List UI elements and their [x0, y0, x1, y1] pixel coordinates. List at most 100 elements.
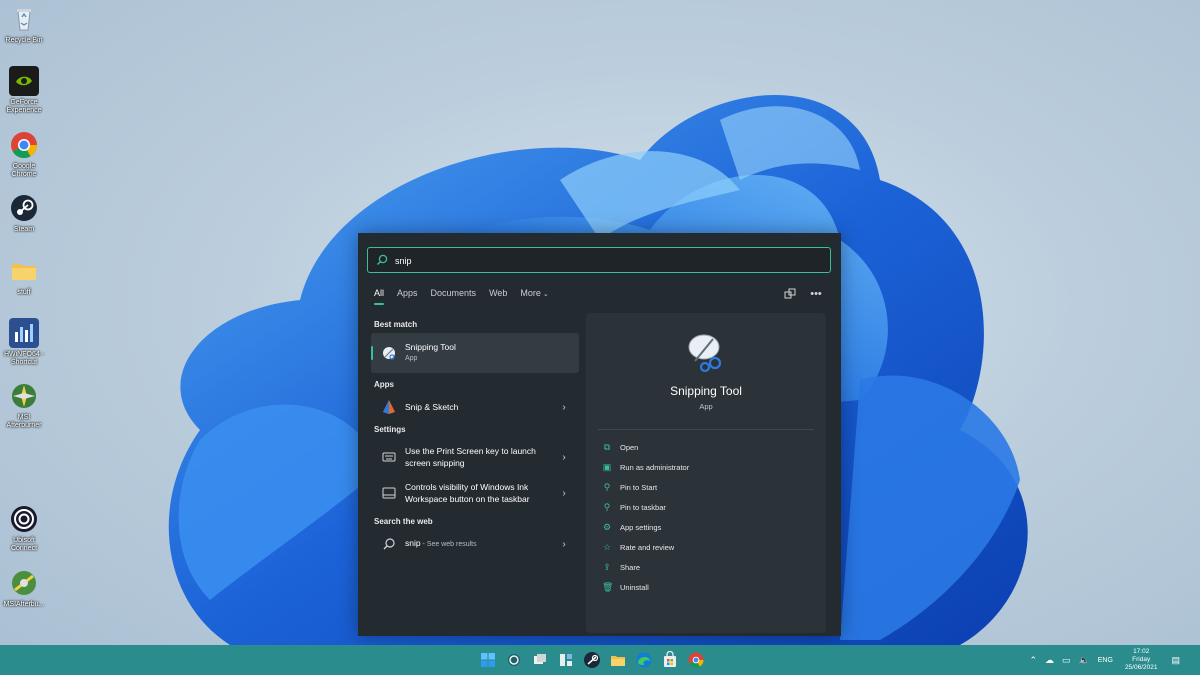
trash-icon: 🗑 — [602, 582, 614, 592]
clock-time: 17:02 — [1133, 648, 1150, 655]
gear-icon: ⚙ — [602, 522, 612, 532]
tab-web[interactable]: Web — [489, 288, 507, 298]
settings-result-windows-ink[interactable]: Controls visibility of Windows Ink Works… — [371, 476, 579, 510]
desktop-icon-geforce-experience[interactable]: GeForce Experience — [2, 66, 46, 115]
widgets-icon[interactable] — [557, 651, 575, 669]
taskbar-settings-icon — [382, 487, 396, 499]
action-label: Uninstall — [620, 582, 649, 592]
search-icon — [377, 254, 388, 265]
search-icon[interactable] — [505, 651, 523, 669]
detail-divider — [598, 429, 814, 430]
desktop-icon-ubisoft-connect[interactable]: Ubisoft Connect — [2, 504, 46, 553]
task-view-icon[interactable] — [531, 651, 549, 669]
tab-all[interactable]: All — [374, 288, 385, 305]
web-result-snip[interactable]: snip - See web results › — [371, 533, 579, 555]
tab-more[interactable]: More ⌄ — [520, 288, 548, 298]
chrome-icon — [9, 130, 39, 160]
section-search-web: Search the web — [374, 517, 433, 526]
desktop-icon-label: stuff — [17, 289, 31, 296]
desktop-icon-label: HWiNFO64 - Shortcut — [3, 351, 45, 366]
desktop-icon-recycle-bin[interactable]: Recycle Bin — [2, 4, 46, 45]
edge-icon[interactable] — [635, 651, 653, 669]
taskbar: ⌃ ☁ ▭ 🔈 ENG 17:02 Friday 25/06/2021 ▤ — [0, 645, 1200, 675]
desktop-icon-label: MSI Afterburner — [6, 414, 42, 429]
desktop-icon-label: Steam — [13, 226, 35, 233]
action-app-settings[interactable]: ⚙ App settings — [602, 522, 661, 532]
network-icon[interactable]: ▭ — [1062, 655, 1071, 666]
clock-day: Friday — [1132, 656, 1151, 663]
clock[interactable]: 17:02 Friday 25/06/2021 — [1125, 648, 1158, 672]
tab-apps[interactable]: Apps — [397, 288, 418, 298]
search-input[interactable] — [393, 251, 817, 271]
snip-and-sketch-icon — [383, 400, 395, 414]
tab-documents[interactable]: Documents — [431, 288, 477, 298]
action-rate-review[interactable]: ☆ Rate and review — [602, 542, 674, 552]
share-screen-icon[interactable] — [783, 287, 797, 301]
detail-title: Snipping Tool — [670, 384, 742, 398]
ubisoft-connect-icon — [9, 504, 39, 534]
best-match-snipping-tool[interactable]: Snipping Tool App — [371, 333, 579, 373]
snipping-tool-icon — [688, 334, 722, 373]
action-label: Pin to Start — [620, 482, 658, 492]
action-label: Open — [620, 442, 639, 452]
more-options-icon[interactable]: ••• — [809, 287, 823, 301]
best-match-text: Snipping Tool App — [405, 341, 579, 365]
recycle-bin-icon — [9, 4, 39, 34]
geforce-experience-icon — [9, 66, 39, 96]
settings-result-print-screen[interactable]: Use the Print Screen key to launch scree… — [371, 440, 579, 474]
desktop-icon-label: GeForce Experience — [6, 99, 42, 114]
hwinfo-icon — [9, 318, 39, 348]
keyboard-icon — [382, 452, 396, 462]
chevron-up-icon[interactable]: ⌃ — [1029, 655, 1037, 666]
msi-afterburner-icon — [9, 381, 39, 411]
section-best-match: Best match — [374, 320, 418, 329]
action-label: Pin to taskbar — [620, 502, 666, 512]
desktop-icon-msi-afterburner[interactable]: MSI Afterburner — [2, 381, 46, 430]
result-title: Snip & Sketch — [405, 402, 459, 412]
pin-icon: ⚲ — [603, 482, 611, 492]
section-settings: Settings — [374, 425, 406, 434]
web-result-text: snip - See web results — [405, 537, 559, 551]
action-open[interactable]: ⧉ Open — [602, 442, 639, 452]
result-title: Use the Print Screen key to launch scree… — [405, 446, 536, 468]
cloud-icon[interactable]: ☁ — [1045, 655, 1054, 666]
volume-icon[interactable]: 🔈 — [1079, 655, 1090, 666]
search-filter-tabs: All Apps Documents Web More ⌄ — [374, 288, 562, 305]
desktop-icon-msi-afterburner-shortcut[interactable]: MSIAfterbu... — [2, 568, 46, 609]
desktop-icon-label: Recycle Bin — [5, 37, 43, 44]
action-label: Share — [620, 562, 641, 572]
action-uninstall[interactable]: 🗑 Uninstall — [602, 582, 649, 592]
system-tray: ⌃ ☁ ▭ 🔈 ENG 17:02 Friday 25/06/2021 ▤ — [1025, 645, 1184, 675]
share-icon: ⇪ — [603, 562, 611, 572]
action-pin-to-taskbar[interactable]: ⚲ Pin to taskbar — [602, 502, 666, 512]
action-share[interactable]: ⇪ Share — [602, 562, 640, 572]
desktop-icon-steam[interactable]: Steam — [2, 193, 46, 234]
action-label: Run as administrator — [620, 462, 690, 472]
star-icon: ☆ — [602, 542, 612, 552]
result-title: Controls visibility of Windows Ink Works… — [405, 482, 530, 504]
snipping-tool-icon — [383, 347, 395, 360]
msi-afterburner-shortcut-icon — [9, 568, 39, 598]
app-result-snip-sketch[interactable]: Snip & Sketch › — [371, 396, 579, 418]
desktop-icon-hwinfo[interactable]: HWiNFO64 - Shortcut — [2, 318, 46, 367]
result-detail-pane: Snipping Tool App ⧉ Open ▣ Run as administ… — [586, 313, 826, 633]
store-icon[interactable] — [661, 650, 679, 669]
desktop-icon-stuff-folder[interactable]: stuff — [2, 256, 46, 297]
desktop-icon-google-chrome[interactable]: Google Chrome — [2, 130, 46, 179]
web-query: snip — [405, 538, 421, 548]
taskbar-apps — [479, 650, 705, 669]
chrome-icon[interactable] — [687, 651, 705, 669]
language-indicator[interactable]: ENG — [1098, 657, 1113, 664]
steam-icon[interactable] — [583, 651, 601, 669]
notifications-icon[interactable]: ▤ — [1171, 655, 1180, 666]
start-search-panel: All Apps Documents Web More⌄ ••• Best ma… — [358, 233, 841, 636]
action-label: Rate and review — [620, 542, 675, 552]
clock-date: 25/06/2021 — [1124, 664, 1158, 671]
action-run-as-admin[interactable]: ▣ Run as administrator — [602, 462, 689, 472]
desktop-icon-label: Ubisoft Connect — [10, 537, 38, 552]
file-explorer-icon[interactable] — [609, 651, 627, 669]
start-icon[interactable] — [479, 651, 497, 669]
search-box[interactable] — [367, 247, 831, 273]
chevron-down-icon: ⌄ — [542, 291, 549, 298]
action-pin-to-start[interactable]: ⚲ Pin to Start — [602, 482, 657, 492]
